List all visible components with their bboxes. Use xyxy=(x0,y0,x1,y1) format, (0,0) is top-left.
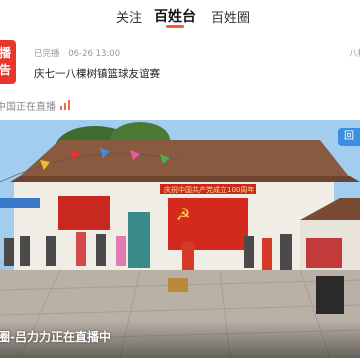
tab-baixingquan[interactable]: 百姓圈 xyxy=(211,7,250,26)
live-signal-icon xyxy=(60,100,70,110)
live-caption: 圈-吕力力正在直播中 xyxy=(0,330,111,344)
post-card[interactable]: 播 告 已完播 06-26 13:00 八棵 庆七一八棵树镇篮球友谊赛 xyxy=(0,40,360,92)
live-video-player[interactable]: ☭ 庆祝中国共产党成立100周年 回 圈-吕力力正在直播中 xyxy=(0,120,360,358)
post-time: 06-26 13:00 xyxy=(68,49,121,59)
back-to-live-button[interactable]: 回 xyxy=(338,128,360,146)
active-tab-indicator xyxy=(166,25,184,28)
slogan-banner: 庆祝中国共产党成立100周年 xyxy=(164,185,254,194)
broadcast-logo: 播 告 xyxy=(0,40,16,84)
top-tab-bar: 关注 百姓台 百姓圈 xyxy=(0,0,360,34)
status-label: 已完播 xyxy=(34,49,60,59)
tab-follow[interactable]: 关注 xyxy=(116,7,142,26)
live-banner: 中国正在直播 xyxy=(0,98,360,114)
post-title[interactable]: 庆七一八棵树镇篮球友谊赛 xyxy=(34,66,160,81)
live-banner-text: 中国正在直播 xyxy=(0,102,56,113)
logo-char-2: 告 xyxy=(0,63,11,77)
svg-text:☭: ☭ xyxy=(176,205,190,224)
tab-baixingtai[interactable]: 百姓台 xyxy=(154,6,196,26)
logo-char-1: 播 xyxy=(0,46,11,60)
post-meta: 已完播 06-26 13:00 xyxy=(34,47,120,59)
post-location: 八棵 xyxy=(348,49,360,59)
